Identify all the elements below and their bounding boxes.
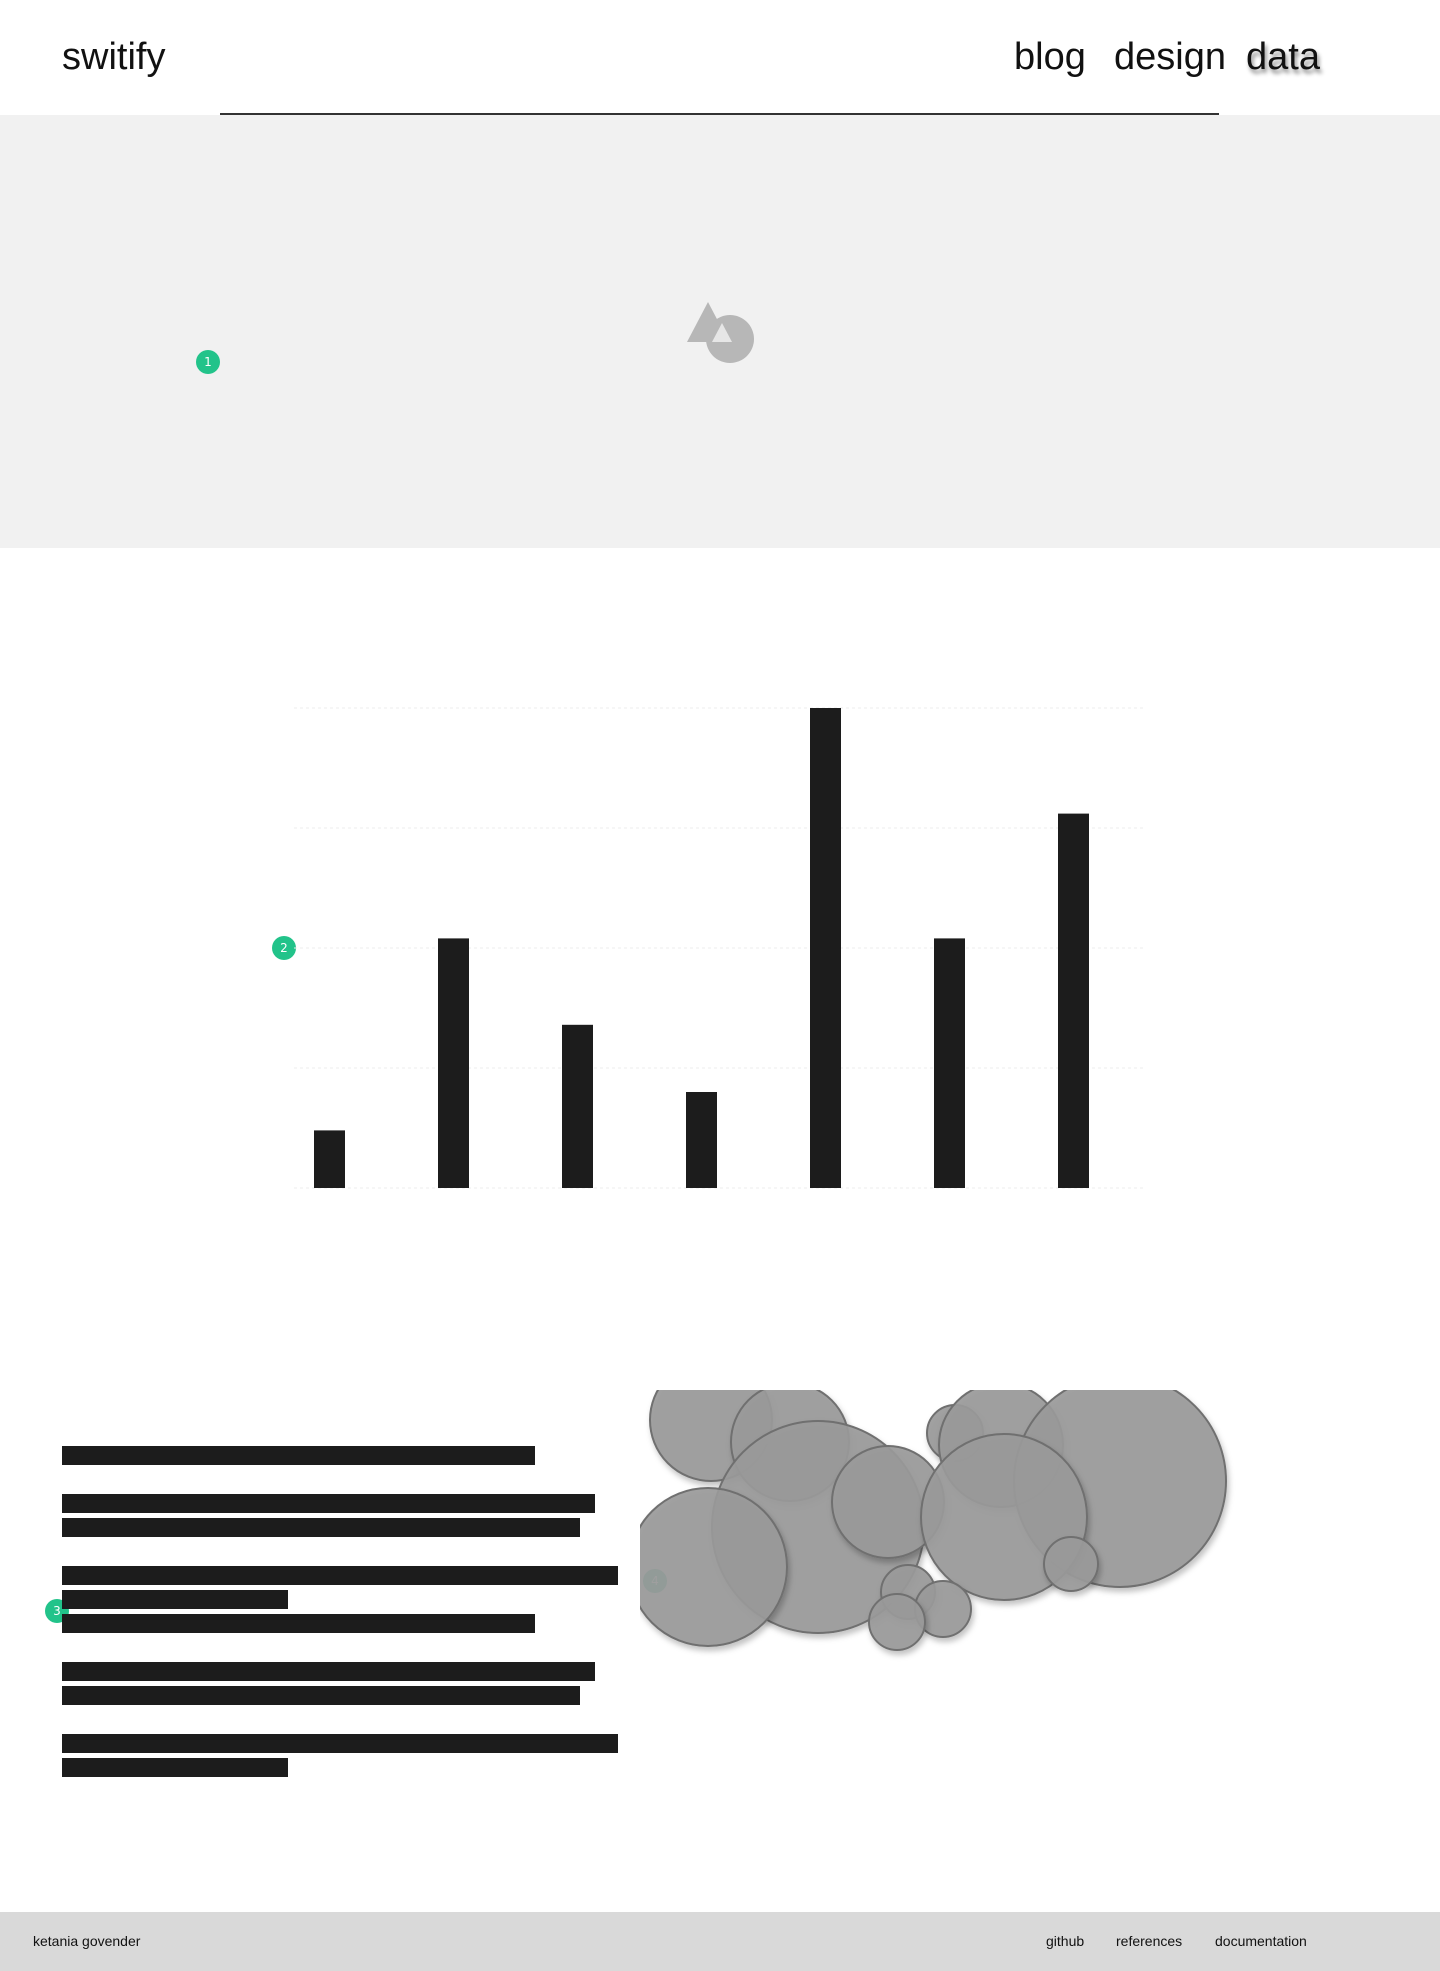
footer-link-github[interactable]: github bbox=[1046, 1933, 1084, 1949]
nav-design[interactable]: design bbox=[1114, 36, 1226, 79]
footer-link-documentation[interactable]: documentation bbox=[1215, 1933, 1307, 1949]
bubble-chart bbox=[640, 1390, 1227, 1651]
brand-logo[interactable]: switify bbox=[62, 36, 165, 79]
chart-bar[interactable] bbox=[934, 938, 965, 1188]
text-line-placeholder bbox=[62, 1566, 618, 1585]
chart-bar[interactable] bbox=[810, 708, 841, 1188]
text-line-placeholder bbox=[62, 1518, 580, 1537]
nav-blog[interactable]: blog bbox=[1014, 36, 1086, 79]
shapes-icon bbox=[687, 302, 754, 363]
chart-bar[interactable] bbox=[438, 938, 469, 1188]
text-line-placeholder bbox=[62, 1494, 595, 1513]
text-line-placeholder bbox=[62, 1662, 595, 1681]
footer-link-references[interactable]: references bbox=[1116, 1933, 1182, 1949]
bar-chart bbox=[294, 707, 1146, 1189]
text-line-placeholder bbox=[62, 1758, 288, 1777]
text-line-placeholder bbox=[62, 1686, 580, 1705]
chart-bar[interactable] bbox=[314, 1130, 345, 1188]
chart-bar[interactable] bbox=[686, 1092, 717, 1188]
chart-bar[interactable] bbox=[562, 1024, 593, 1188]
text-line-placeholder bbox=[62, 1614, 535, 1633]
bubble-point[interactable] bbox=[640, 1487, 788, 1647]
marker-badge: 1 bbox=[196, 350, 220, 374]
text-line-placeholder bbox=[62, 1446, 535, 1465]
footer-author: ketania govender bbox=[33, 1933, 141, 1949]
text-line-placeholder bbox=[62, 1734, 618, 1753]
footer: ketania govender github references docum… bbox=[0, 1912, 1440, 1971]
chart-bar[interactable] bbox=[1058, 813, 1089, 1188]
text-line-placeholder bbox=[62, 1590, 288, 1609]
bubble-point[interactable] bbox=[868, 1593, 926, 1651]
nav-data[interactable]: data bbox=[1246, 36, 1320, 79]
bubble-point[interactable] bbox=[1043, 1536, 1099, 1592]
